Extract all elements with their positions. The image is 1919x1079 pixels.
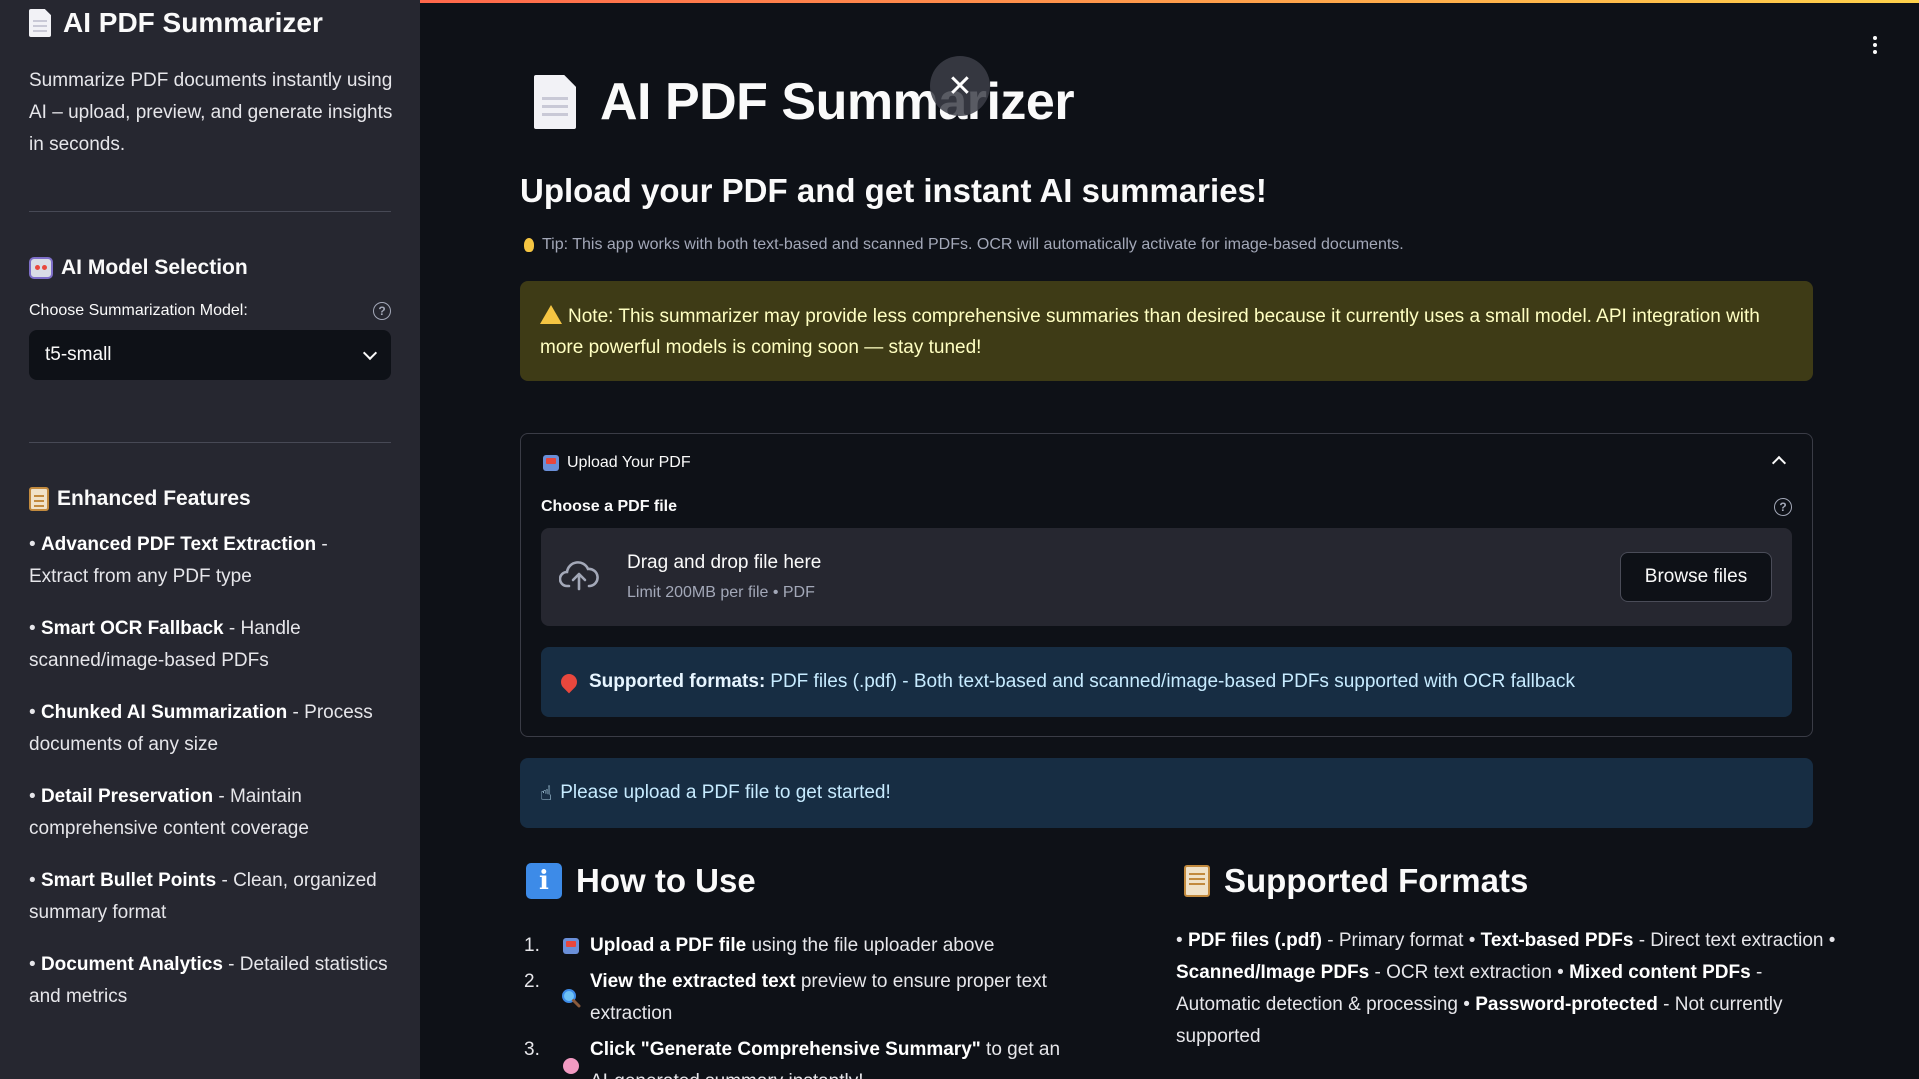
list-item: • Advanced PDF Text Extraction - Extract… xyxy=(29,534,328,587)
list-item: 1. Upload a PDF file using the file uplo… xyxy=(524,930,1084,962)
format-text: - Direct text extraction • xyxy=(1633,930,1836,951)
format-bold: Scanned/Image PDFs xyxy=(1176,962,1370,983)
feature-bold: Detail Preservation xyxy=(40,786,214,807)
sidebar-title-text: AI PDF Summarizer xyxy=(63,7,323,38)
pin-icon xyxy=(557,670,581,694)
step-number: 2. xyxy=(524,971,540,992)
format-bold: Password-protected xyxy=(1475,994,1658,1015)
feature-bold: Chunked AI Summarization xyxy=(40,702,288,723)
supported-formats-info: Supported formats: PDF files (.pdf) - Bo… xyxy=(541,647,1792,717)
step-number: 1. xyxy=(524,935,540,956)
list-item: • Smart Bullet Points - Clean, organized… xyxy=(29,870,377,923)
info-icon: i xyxy=(526,863,562,899)
format-text: - Primary format • xyxy=(1322,930,1481,951)
dropzone-limit-text: Limit 200MB per file • PDF xyxy=(627,584,815,601)
inbox-icon xyxy=(543,455,559,471)
list-item: • Chunked AI Summarization - Process doc… xyxy=(29,702,373,755)
features-heading-text: Enhanced Features xyxy=(57,487,251,510)
feature-bold: Document Analytics xyxy=(40,954,223,975)
format-bold: Text-based PDFs xyxy=(1480,930,1634,951)
robot-icon xyxy=(29,257,53,279)
upload-expander-title: Upload Your PDF xyxy=(567,454,691,471)
upload-expander-header[interactable]: Upload Your PDF xyxy=(543,454,691,472)
magnifier-icon xyxy=(560,966,582,1030)
cloud-upload-icon xyxy=(559,561,599,591)
supported-formats-bold: Supported formats: xyxy=(589,671,766,692)
step-number: 3. xyxy=(524,1039,540,1060)
feature-bold: Advanced PDF Text Extraction xyxy=(40,534,317,555)
file-dropzone[interactable]: Drag and drop file here Limit 200MB per … xyxy=(541,528,1792,626)
pointing-hand-icon: ☝ xyxy=(540,782,553,805)
get-started-info: ☝ Please upload a PDF file to get starte… xyxy=(520,758,1813,828)
tip-text-content: Tip: This app works with both text-based… xyxy=(542,236,1404,253)
chevron-down-icon xyxy=(362,345,378,360)
list-item: • Smart OCR Fallback - Handle scanned/im… xyxy=(29,618,301,671)
menu-icon[interactable] xyxy=(1873,36,1877,54)
page-title: AI PDF Summarizer xyxy=(534,72,1075,132)
sidebar-title: AI PDF Summarizer xyxy=(29,7,391,38)
sidebar: AI PDF Summarizer Summarize PDF document… xyxy=(0,0,420,1079)
step-text: View the extracted text preview to ensur… xyxy=(590,971,1047,1024)
sidebar-divider xyxy=(29,442,391,443)
file-uploader-label: Choose a PDF file xyxy=(541,498,678,515)
clipboard-icon xyxy=(29,487,49,511)
model-select-value: t5-small xyxy=(45,344,112,365)
browse-files-button[interactable]: Browse files xyxy=(1620,552,1772,602)
clipboard-icon xyxy=(1184,865,1210,897)
format-text: - OCR text extraction • xyxy=(1369,962,1570,983)
inbox-icon xyxy=(560,930,582,962)
list-item: • Document Analytics - Detailed statisti… xyxy=(29,954,388,1007)
model-select-label: Choose Summarization Model: xyxy=(29,302,248,319)
sidebar-description: Summarize PDF documents instantly using … xyxy=(29,70,393,155)
format-bold: PDF files (.pdf) xyxy=(1187,930,1322,951)
features-heading: Enhanced Features xyxy=(29,487,391,511)
supported-formats-heading-text: Supported Formats xyxy=(1224,862,1529,899)
tip-text: Tip: This app works with both text-based… xyxy=(524,236,1404,254)
page-title-text: AI PDF Summarizer xyxy=(600,73,1075,131)
close-icon[interactable]: ✕ xyxy=(930,56,990,116)
feature-bold: Smart OCR Fallback xyxy=(40,618,224,639)
model-selection-heading: AI Model Selection xyxy=(29,256,391,280)
help-icon[interactable]: ? xyxy=(1774,498,1792,516)
get-started-text: Please upload a PDF file to get started! xyxy=(560,782,891,803)
step-text: Click "Generate Comprehensive Summary" t… xyxy=(590,1039,1061,1079)
model-label-row: Choose Summarization Model: ? xyxy=(29,302,391,320)
page-icon xyxy=(29,9,51,37)
warning-alert: Note: This summarizer may provide less c… xyxy=(520,281,1813,381)
how-to-heading-text: How to Use xyxy=(576,862,756,899)
warning-text: Note: This summarizer may provide less c… xyxy=(540,306,1760,358)
main-content: AI PDF Summarizer ✕ Upload your PDF and … xyxy=(420,0,1919,1079)
list-item: • Detail Preservation - Maintain compreh… xyxy=(29,786,309,839)
chevron-up-icon[interactable] xyxy=(1771,455,1787,471)
how-to-heading: i How to Use xyxy=(526,862,756,900)
step-text: Upload a PDF file using the file uploade… xyxy=(590,935,995,956)
page-icon xyxy=(534,75,576,129)
supported-formats-heading: Supported Formats xyxy=(1184,862,1528,900)
sidebar-divider xyxy=(29,211,391,212)
brain-icon xyxy=(560,1034,582,1079)
warning-icon xyxy=(540,305,562,324)
features-list: • Advanced PDF Text Extraction - Extract… xyxy=(29,529,391,1013)
page-subtitle: Upload your PDF and get instant AI summa… xyxy=(520,172,1267,209)
bulb-icon xyxy=(524,238,534,252)
upload-expander: Upload Your PDF Choose a PDF file ? Drag… xyxy=(520,433,1813,737)
supported-formats-text: PDF files (.pdf) - Both text-based and s… xyxy=(770,671,1575,692)
list-item: 3. Click "Generate Comprehensive Summary… xyxy=(524,1034,1084,1079)
model-selection-heading-text: AI Model Selection xyxy=(61,256,248,279)
list-item: 2. View the extracted text preview to en… xyxy=(524,966,1084,1030)
model-select[interactable]: t5-small xyxy=(29,330,391,380)
supported-formats-list: • PDF files (.pdf) - Primary format • Te… xyxy=(1176,930,1836,1047)
how-to-steps: 1. Upload a PDF file using the file uplo… xyxy=(524,930,1084,1079)
feature-bold: Smart Bullet Points xyxy=(40,870,217,891)
format-bold: Mixed content PDFs xyxy=(1569,962,1751,983)
dropzone-text: Drag and drop file here xyxy=(627,552,822,573)
help-icon[interactable]: ? xyxy=(373,302,391,320)
